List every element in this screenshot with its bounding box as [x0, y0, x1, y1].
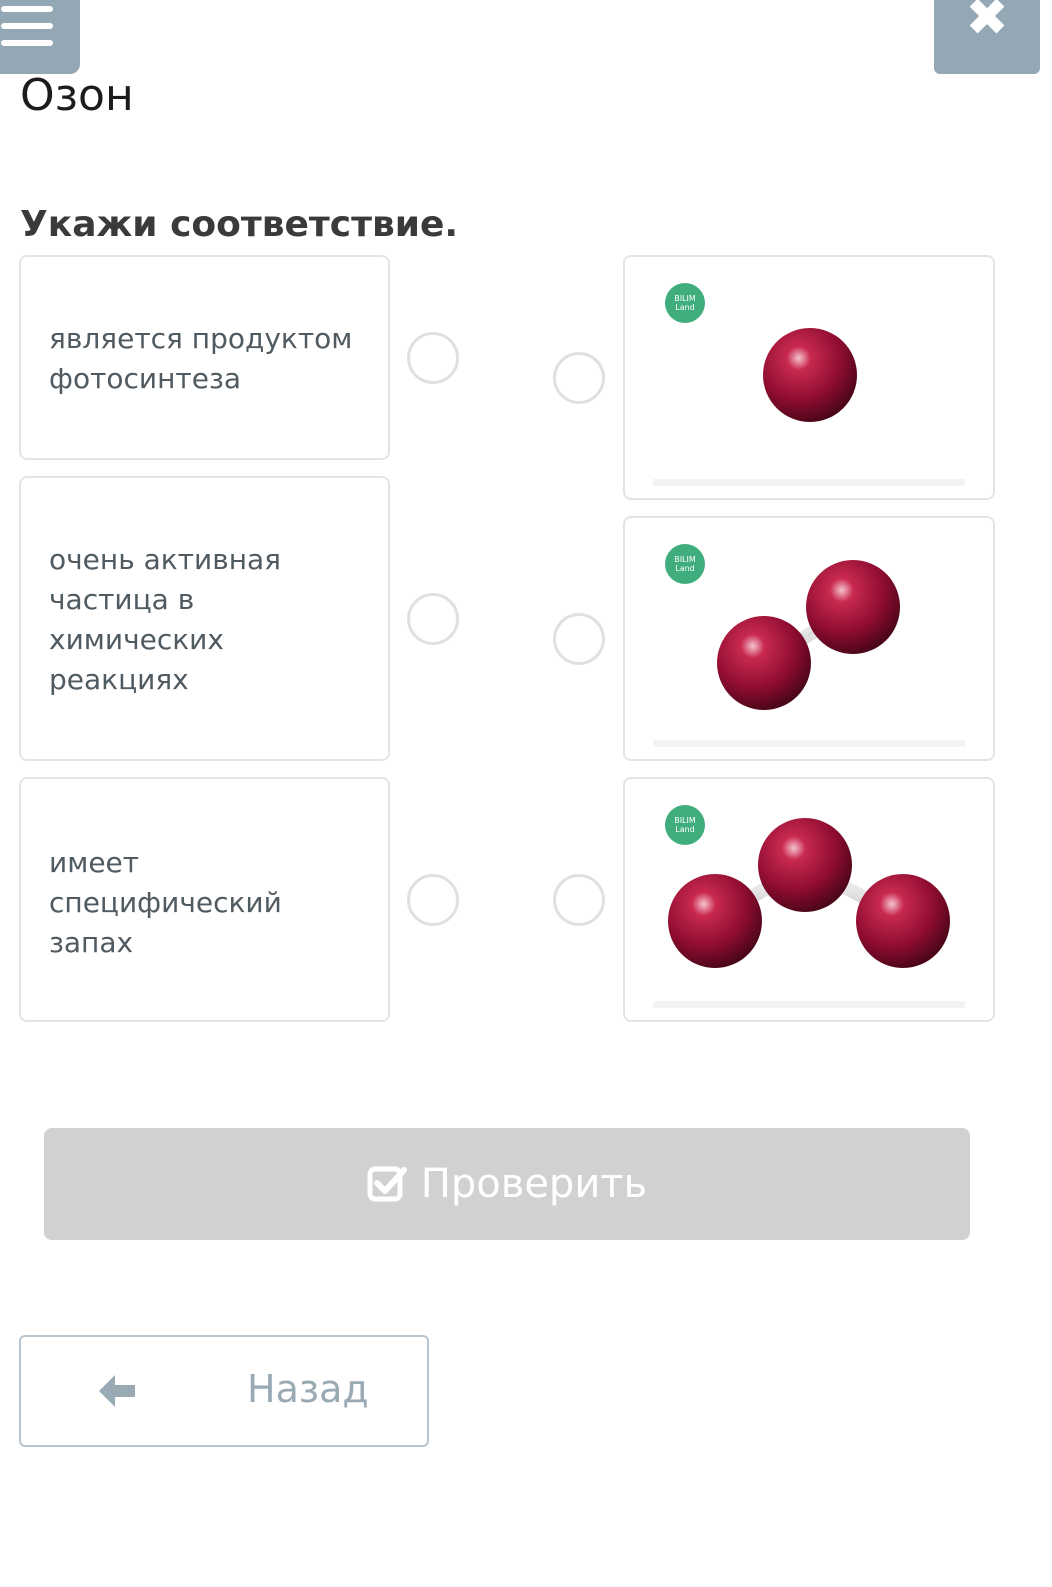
close-icon: ✖ [965, 0, 1009, 48]
image-card-1: BILIM Land [623, 255, 995, 500]
statement-card-1: является продуктом фотосинтеза [19, 255, 390, 460]
card-divider [653, 1001, 965, 1008]
statement-text: имеет специфический запах [49, 846, 282, 959]
statement-radio-3[interactable] [407, 874, 459, 926]
task-prompt: Укажи соответствие. [20, 204, 459, 245]
statement-radio-2[interactable] [407, 593, 459, 645]
arrow-left-icon [99, 1375, 135, 1407]
image-card-3: BILIM Land [623, 777, 995, 1022]
menu-button[interactable] [0, 0, 80, 74]
ozone-molecule-icon [668, 818, 950, 968]
statement-card-2: очень активная частица в химических реак… [19, 476, 390, 761]
oxygen-molecule-icon [717, 560, 900, 710]
close-button[interactable]: ✖ [934, 0, 1040, 74]
oxygen-atom-icon [763, 328, 857, 422]
image-card-2: BILIM Land [623, 516, 995, 761]
lesson-title: Озон [20, 70, 134, 121]
back-button-label: Назад [247, 1367, 369, 1411]
image-radio-3[interactable] [553, 874, 605, 926]
card-divider [653, 740, 965, 747]
card-divider [653, 479, 965, 486]
check-button-label: Проверить [420, 1161, 648, 1207]
image-radio-2[interactable] [553, 613, 605, 665]
statement-card-3: имеет специфический запах [19, 777, 390, 1022]
statement-text: очень активная частица в химических реак… [49, 543, 281, 696]
statement-radio-1[interactable] [407, 332, 459, 384]
image-radio-1[interactable] [553, 352, 605, 404]
checkbox-check-icon [367, 1166, 407, 1202]
menu-icon [1, 6, 53, 46]
statement-text: является продуктом фотосинтеза [49, 322, 353, 395]
back-button[interactable]: Назад [19, 1335, 429, 1447]
check-button[interactable]: Проверить [44, 1128, 970, 1240]
